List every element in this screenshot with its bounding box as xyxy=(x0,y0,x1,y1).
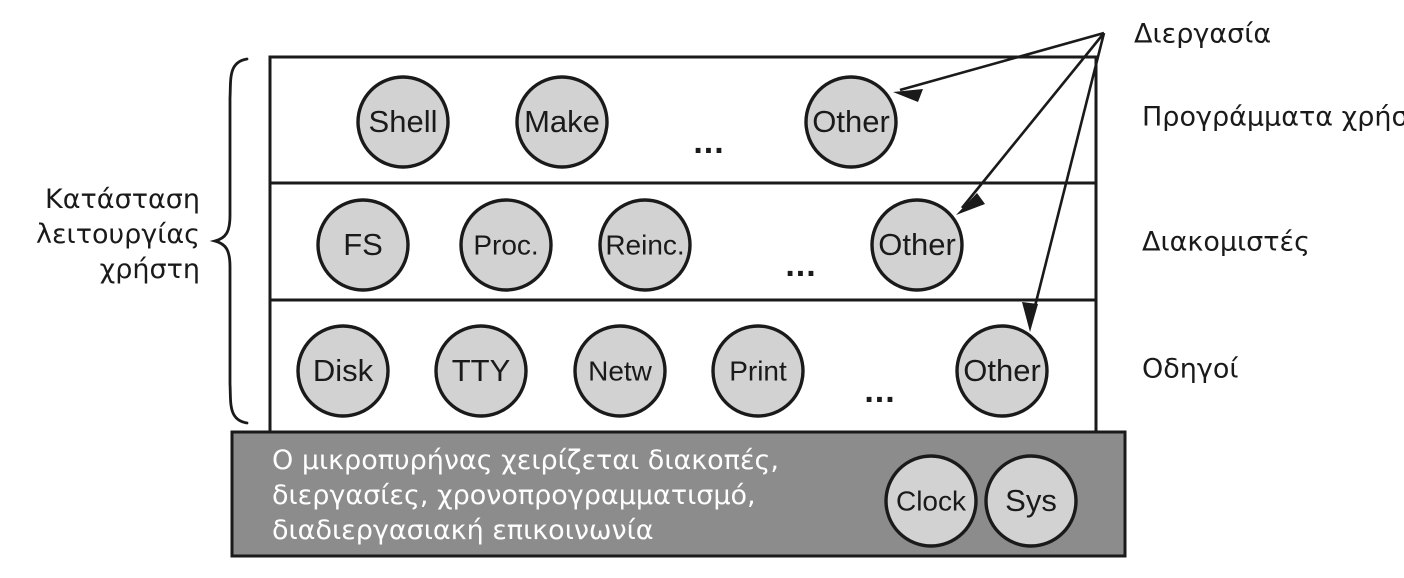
right-label-user-programs: Προγράμματα χρήστη xyxy=(1142,102,1404,133)
kernel-text-line3: διαδιεργασιακή επικοινωνία xyxy=(272,515,654,546)
ellipsis-user-programs: ... xyxy=(693,123,724,161)
node-shell-label: Shell xyxy=(369,104,438,139)
node-server-other[interactable]: Other xyxy=(870,198,964,292)
minix-architecture-diagram: Κατάσταση λειτουργίας χρήστη Shell Make … xyxy=(36,19,1404,558)
layer-right-labels: Προγράμματα χρήστη Διακομιστές Οδηγοί xyxy=(1142,102,1404,385)
node-fs-label: FS xyxy=(343,227,383,262)
node-proc[interactable]: Proc. xyxy=(459,198,553,292)
node-reinc[interactable]: Reinc. xyxy=(598,198,692,292)
ellipsis-servers: ... xyxy=(785,246,816,284)
node-disk[interactable]: Disk xyxy=(296,324,390,418)
ellipsis-drivers: ... xyxy=(864,372,895,410)
node-print-label: Print xyxy=(729,355,787,386)
node-driver-other[interactable]: Other xyxy=(955,324,1049,418)
node-sys-label: Sys xyxy=(1005,483,1057,518)
user-mode-brace-label: Κατάσταση λειτουργίας χρήστη xyxy=(36,184,200,285)
diagram-root: Κατάσταση λειτουργίας χρήστη Shell Make … xyxy=(0,0,1404,578)
brace-label-line3: χρήστη xyxy=(100,254,200,285)
node-reinc-label: Reinc. xyxy=(605,229,684,260)
right-label-servers: Διακομιστές xyxy=(1142,227,1310,258)
node-sys[interactable]: Sys xyxy=(984,454,1078,548)
node-print[interactable]: Print xyxy=(711,324,805,418)
node-fs[interactable]: FS xyxy=(316,198,410,292)
user-mode-brace xyxy=(209,57,249,425)
node-make-label: Make xyxy=(524,104,600,139)
kernel-text-line1: Ο μικροπυρήνας χειρίζεται διακοπές, xyxy=(272,445,779,476)
node-proc-label: Proc. xyxy=(473,229,538,260)
brace-label-line2: λειτουργίας xyxy=(36,219,200,250)
right-label-drivers: Οδηγοί xyxy=(1142,354,1239,385)
node-user-other-label: Other xyxy=(812,104,890,139)
node-tty-label: TTY xyxy=(452,353,511,388)
node-driver-other-label: Other xyxy=(963,353,1041,388)
node-clock-label: Clock xyxy=(896,485,967,516)
node-clock[interactable]: Clock xyxy=(884,454,978,548)
node-disk-label: Disk xyxy=(313,353,374,388)
kernel-text-line2: διεργασίες, χρονοπρογραμματισμό, xyxy=(272,480,756,511)
node-user-other[interactable]: Other xyxy=(804,75,898,169)
node-shell[interactable]: Shell xyxy=(356,75,450,169)
node-tty[interactable]: TTY xyxy=(434,324,528,418)
brace-label-line1: Κατάσταση xyxy=(45,184,200,215)
node-netw-label: Netw xyxy=(588,355,653,386)
node-make[interactable]: Make xyxy=(515,75,609,169)
callout-label-process: Διεργασία xyxy=(1134,19,1271,50)
node-server-other-label: Other xyxy=(878,227,956,262)
node-netw[interactable]: Netw xyxy=(573,324,667,418)
